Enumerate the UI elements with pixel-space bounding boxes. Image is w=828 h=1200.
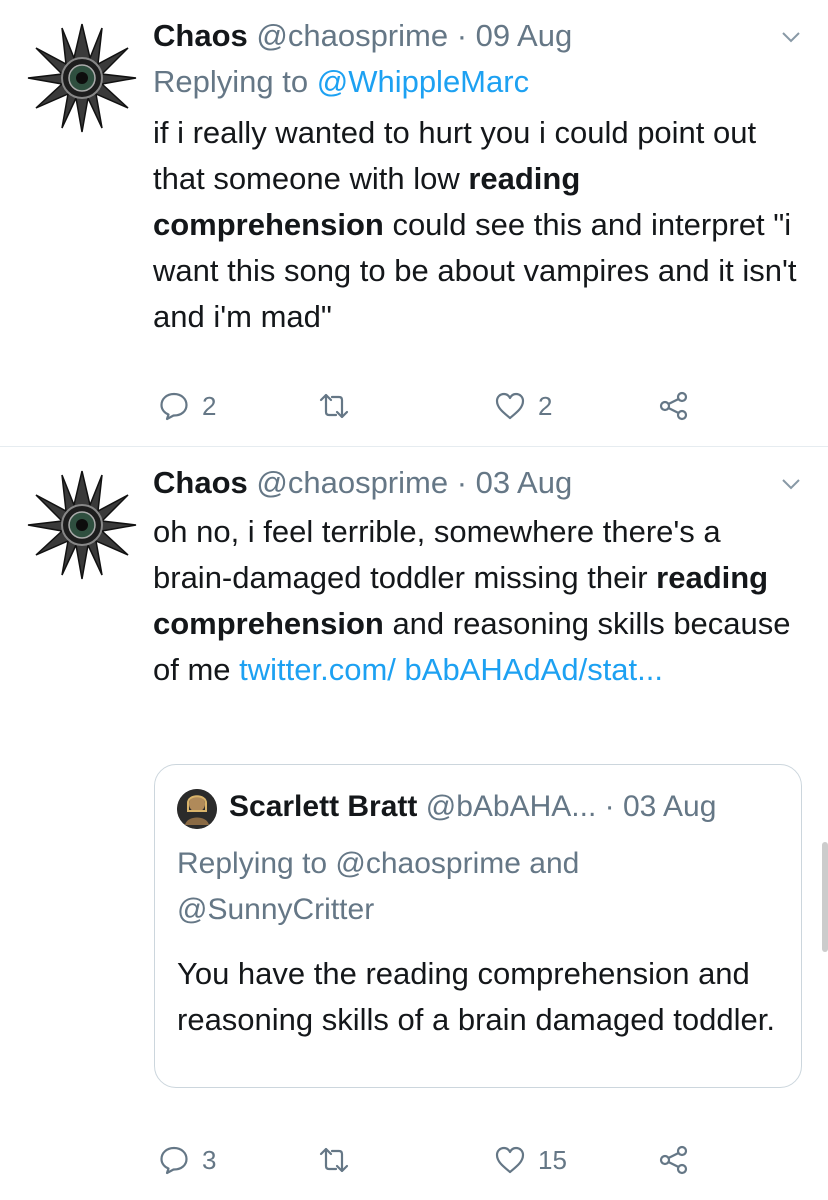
tweet-actions: 2 2 bbox=[158, 386, 718, 426]
chaos-star-avatar-icon[interactable] bbox=[26, 22, 138, 134]
heart-icon bbox=[495, 1146, 525, 1174]
scrollbar-thumb[interactable] bbox=[822, 842, 828, 952]
retweet-icon bbox=[319, 1147, 349, 1173]
replying-prefix: Replying to bbox=[153, 64, 317, 99]
author-name[interactable]: Chaos bbox=[153, 465, 248, 500]
reply-icon bbox=[160, 392, 188, 421]
retweet-button[interactable] bbox=[318, 1140, 362, 1180]
tweet[interactable]: Chaos @chaosprime · 03 Aug oh no, i feel… bbox=[0, 447, 828, 1200]
separator-dot: · bbox=[604, 790, 615, 823]
separator-dot: · bbox=[456, 465, 468, 500]
tweet[interactable]: Chaos @chaosprime · 09 Aug Replying to @… bbox=[0, 0, 828, 446]
quoted-text: You have the reading comprehension and r… bbox=[177, 956, 775, 1037]
tweet-date[interactable]: 09 Aug bbox=[476, 18, 573, 53]
like-count: 15 bbox=[538, 1144, 567, 1175]
quoted-date: 03 Aug bbox=[622, 790, 717, 823]
share-icon bbox=[659, 391, 688, 421]
quoted-replying-to: Replying to @chaosprime and @SunnyCritte… bbox=[177, 847, 580, 926]
tweet-text-part: oh no, i feel terrible, somewhere there'… bbox=[153, 514, 721, 595]
quoted-header: Scarlett Bratt @bAbAHA... · 03 Aug bbox=[229, 787, 716, 827]
reply-button[interactable]: 2 bbox=[158, 386, 216, 426]
separator-dot: · bbox=[456, 18, 468, 53]
author-name[interactable]: Chaos bbox=[153, 18, 248, 53]
quoted-tweet[interactable]: Scarlett Bratt @bAbAHA... · 03 Aug Reply… bbox=[154, 764, 802, 1088]
tweet-text: if i really wanted to hurt you i could p… bbox=[153, 110, 798, 340]
quoted-avatar[interactable] bbox=[177, 789, 217, 829]
author-handle[interactable]: @chaosprime bbox=[256, 465, 448, 500]
like-count: 2 bbox=[538, 390, 553, 421]
tweet-actions: 3 15 bbox=[158, 1140, 718, 1180]
tweet-header: Chaos @chaosprime · 03 Aug bbox=[153, 463, 572, 503]
tweet-text: oh no, i feel terrible, somewhere there'… bbox=[153, 509, 798, 693]
quoted-author-name[interactable]: Scarlett Bratt bbox=[229, 790, 417, 823]
chevron-down-icon[interactable] bbox=[780, 26, 802, 48]
quoted-author-handle[interactable]: @bAbAHA... bbox=[426, 790, 597, 823]
replying-to: Replying to @WhippleMarc bbox=[153, 62, 529, 102]
author-handle[interactable]: @chaosprime bbox=[256, 18, 448, 53]
share-button[interactable] bbox=[658, 1140, 690, 1180]
reply-mention-link[interactable]: @WhippleMarc bbox=[317, 64, 529, 99]
reply-count: 3 bbox=[202, 1144, 217, 1175]
like-button[interactable]: 2 bbox=[494, 386, 552, 426]
chevron-down-icon[interactable] bbox=[780, 473, 802, 495]
heart-icon bbox=[495, 392, 525, 420]
like-button[interactable]: 15 bbox=[494, 1140, 567, 1180]
reply-icon bbox=[160, 1146, 188, 1175]
reply-button[interactable]: 3 bbox=[158, 1140, 216, 1180]
retweet-button[interactable] bbox=[318, 386, 362, 426]
tweet-header: Chaos @chaosprime · 09 Aug bbox=[153, 16, 572, 56]
tweet-date[interactable]: 03 Aug bbox=[476, 465, 573, 500]
share-button[interactable] bbox=[658, 386, 690, 426]
chaos-star-avatar-icon[interactable] bbox=[26, 469, 138, 581]
reply-count: 2 bbox=[202, 390, 217, 421]
tweet-text-part: if i really wanted to hurt you i could p… bbox=[153, 115, 757, 196]
tweet-link[interactable]: twitter.com/ bAbAHAdAd/stat... bbox=[239, 652, 663, 687]
share-icon bbox=[659, 1145, 688, 1175]
retweet-icon bbox=[319, 393, 349, 419]
